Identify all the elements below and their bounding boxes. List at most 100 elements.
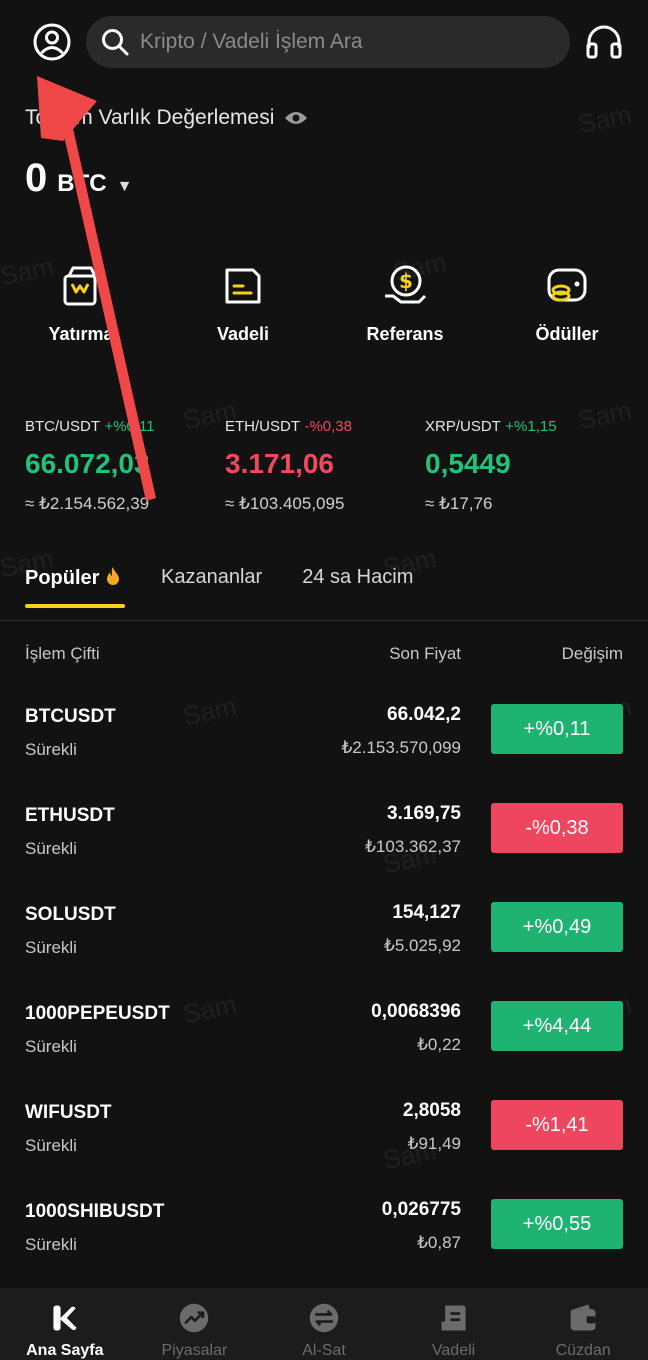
change-badge[interactable]: +%4,44 — [491, 1001, 623, 1051]
nav-markets[interactable]: Piyasalar — [130, 1288, 260, 1360]
contract-type: Sürekli — [25, 839, 77, 858]
table-row[interactable]: 1000PEPEUSDT Sürekli 0,0068396 ₺0,22 +%4… — [25, 993, 623, 1092]
table-row[interactable]: ETHUSDT Sürekli 3.169,75 ₺103.362,37 -%0… — [25, 795, 623, 894]
last-price: 0,026775 — [381, 1199, 461, 1220]
fiat-price: ₺0,87 — [417, 1233, 461, 1252]
tab-gainers[interactable]: Kazananlar — [161, 566, 262, 608]
ticker-pair: XRP/USDT — [425, 418, 501, 435]
tab-volume[interactable]: 24 sa Hacim — [302, 566, 413, 608]
ticker-pair: BTC/USDT — [25, 418, 100, 435]
nav-wallet[interactable]: Cüzdan — [518, 1288, 648, 1360]
nav-label: Vadeli — [431, 1342, 476, 1359]
last-price: 66.042,2 — [387, 704, 461, 725]
ticker-change: +%0,11 — [104, 418, 155, 435]
tab-label: 24 sa Hacim — [302, 566, 414, 588]
futures-icon — [225, 268, 261, 304]
home-icon — [53, 1305, 77, 1331]
balance-label: Toplam Varlık Değerlemesi — [25, 106, 308, 130]
change-badge[interactable]: +%0,11 — [491, 704, 623, 754]
nav-label: Al-Sat — [302, 1342, 346, 1359]
change-badge[interactable]: -%0,38 — [491, 803, 623, 853]
ticker-xrp[interactable]: XRP/USDT +%1,15 0,5449 ≈ ₺17,76 — [425, 418, 625, 514]
contract-type: Sürekli — [25, 740, 77, 759]
quick-actions: Yatırma Vadeli $ Referans Ödüller — [0, 262, 648, 345]
wallet-icon — [570, 1304, 596, 1331]
pair-symbol: 1000SHIBUSDT — [25, 1201, 165, 1222]
top-bar — [0, 14, 648, 70]
referral-icon: $ — [385, 265, 427, 304]
balance-value-row[interactable]: 0 BTC ▼ — [25, 156, 132, 201]
quick-action-label: Vadeli — [216, 324, 270, 344]
last-price: 2,8058 — [402, 1100, 461, 1121]
search-bar[interactable] — [86, 16, 570, 68]
quick-action-futures[interactable]: Vadeli — [162, 262, 324, 345]
fiat-price: ₺5.025,92 — [384, 936, 461, 955]
header-change[interactable]: Değişim — [562, 644, 623, 664]
ticker-eth[interactable]: ETH/USDT -%0,38 3.171,06 ≈ ₺103.405,095 — [225, 418, 425, 514]
table-row[interactable]: 1000SHIBUSDT Sürekli 0,026775 ₺0,87 +%0,… — [25, 1191, 623, 1290]
nav-home[interactable]: Ana Sayfa — [0, 1288, 130, 1360]
table-row[interactable]: BTCUSDT Sürekli 66.042,2 ₺2.153.570,099 … — [25, 696, 623, 795]
ticker-fiat: ≈ ₺2.154.562,39 — [25, 494, 150, 513]
tab-popular[interactable]: Popüler — [25, 566, 126, 608]
nav-label: Cüzdan — [555, 1342, 611, 1359]
quick-action-label: Ödüller — [535, 324, 599, 344]
headset-icon[interactable] — [584, 22, 624, 62]
ticker-price: 0,5449 — [425, 448, 511, 479]
pair-symbol: BTCUSDT — [25, 706, 116, 727]
quick-action-rewards[interactable]: Ödüller — [486, 262, 648, 345]
last-price: 3.169,75 — [387, 803, 461, 824]
markets-icon — [180, 1303, 209, 1333]
contract-type: Sürekli — [25, 938, 77, 957]
table-header: İşlem Çifti Son Fiyat Değişim — [25, 644, 623, 668]
nav-label: Piyasalar — [161, 1342, 228, 1359]
fiat-price: ₺2.153.570,099 — [341, 738, 461, 757]
contract-type: Sürekli — [25, 1235, 77, 1254]
ticker-fiat: ≈ ₺17,76 — [425, 494, 493, 513]
balance-value: 0 — [25, 156, 48, 200]
header-price[interactable]: Son Fiyat — [389, 644, 461, 664]
nav-trade[interactable]: Al-Sat — [259, 1288, 389, 1360]
contract-type: Sürekli — [25, 1037, 77, 1056]
pair-symbol: ETHUSDT — [25, 805, 115, 826]
nav-futures[interactable]: Vadeli — [389, 1288, 519, 1360]
quick-action-deposit[interactable]: Yatırma — [0, 262, 162, 345]
header-pair[interactable]: İşlem Çifti — [25, 644, 100, 664]
rewards-icon — [547, 268, 587, 302]
eye-icon[interactable] — [284, 110, 308, 126]
balance-label-text: Toplam Varlık Değerlemesi — [25, 106, 275, 129]
fiat-price: ₺91,49 — [407, 1134, 461, 1153]
market-tabs: Popüler Kazananlar 24 sa Hacim — [25, 566, 413, 608]
change-badge[interactable]: -%1,41 — [491, 1100, 623, 1150]
tab-label: Kazananlar — [161, 566, 263, 588]
pair-symbol: 1000PEPEUSDT — [25, 1003, 170, 1024]
change-badge[interactable]: +%0,55 — [491, 1199, 623, 1249]
ticker-price: 66.072,03 — [25, 448, 150, 479]
market-list: BTCUSDT Sürekli 66.042,2 ₺2.153.570,099 … — [25, 696, 623, 1290]
search-input[interactable] — [140, 30, 560, 54]
search-icon — [102, 29, 129, 56]
ticker-fiat: ≈ ₺103.405,095 — [225, 494, 345, 513]
ticker-change: +%1,15 — [505, 418, 557, 435]
change-badge[interactable]: +%0,49 — [491, 902, 623, 952]
svg-text:$: $ — [399, 269, 413, 293]
trade-icon — [309, 1303, 339, 1333]
futures-icon — [441, 1305, 466, 1331]
pair-symbol: WIFUSDT — [25, 1102, 112, 1123]
fire-icon — [107, 567, 120, 585]
fiat-price: ₺103.362,37 — [365, 837, 461, 856]
table-row[interactable]: SOLUSDT Sürekli 154,127 ₺5.025,92 +%0,49 — [25, 894, 623, 993]
deposit-icon — [63, 266, 97, 306]
contract-type: Sürekli — [25, 1136, 77, 1155]
chevron-down-icon[interactable]: ▼ — [117, 178, 133, 196]
ticker-change: -%0,38 — [304, 418, 352, 435]
quick-action-referral[interactable]: $ Referans — [324, 262, 486, 345]
fiat-price: ₺0,22 — [417, 1035, 461, 1054]
ticker-btc[interactable]: BTC/USDT +%0,11 66.072,03 ≈ ₺2.154.562,3… — [25, 418, 225, 514]
quick-action-label: Yatırma — [48, 324, 114, 344]
quick-action-label: Referans — [366, 324, 444, 344]
profile-icon[interactable] — [32, 22, 72, 62]
table-row[interactable]: WIFUSDT Sürekli 2,8058 ₺91,49 -%1,41 — [25, 1092, 623, 1191]
market-tickers: BTC/USDT +%0,11 66.072,03 ≈ ₺2.154.562,3… — [25, 418, 625, 514]
nav-label: Ana Sayfa — [26, 1342, 104, 1359]
